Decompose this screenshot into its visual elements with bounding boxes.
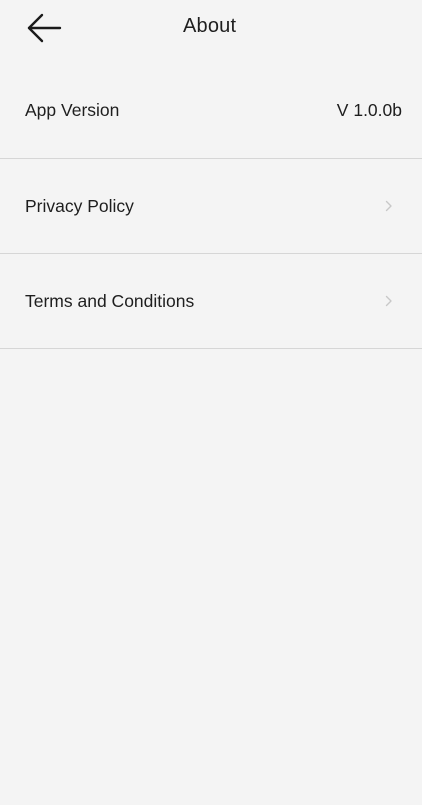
- app-version-value: V 1.0.0b: [336, 99, 402, 120]
- chevron-right-icon: [382, 294, 396, 308]
- about-list: App Version V 1.0.0b Privacy Policy Term…: [0, 62, 422, 349]
- arrow-left-icon: [27, 13, 62, 43]
- chevron-right-icon: [382, 199, 396, 213]
- app-version-row: App Version V 1.0.0b: [0, 62, 422, 159]
- about-screen: About App Version V 1.0.0b Privacy Polic…: [0, 0, 422, 805]
- back-button[interactable]: [26, 8, 66, 48]
- terms-and-conditions-label: Terms and Conditions: [25, 290, 195, 311]
- page-title: About: [183, 15, 237, 37]
- app-header: About: [0, 0, 422, 62]
- privacy-policy-label: Privacy Policy: [25, 195, 134, 216]
- app-version-label: App Version: [25, 99, 120, 120]
- terms-and-conditions-row[interactable]: Terms and Conditions: [0, 254, 422, 349]
- privacy-policy-row[interactable]: Privacy Policy: [0, 159, 422, 254]
